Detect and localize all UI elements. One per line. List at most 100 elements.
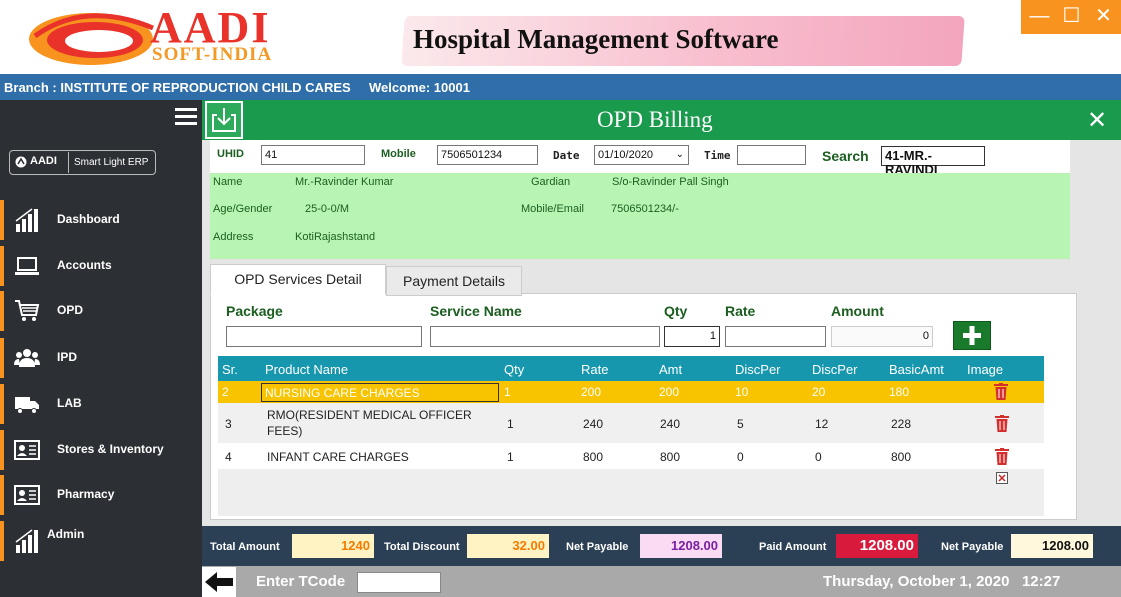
qty-input[interactable]: 1: [664, 326, 720, 347]
arrow-left-icon: [205, 572, 233, 592]
nav-ipd[interactable]: IPD: [0, 336, 202, 380]
time-field[interactable]: [737, 145, 806, 165]
row-sr: 4: [225, 450, 232, 464]
chevron-down-icon[interactable]: ⌄: [676, 148, 684, 162]
uhid-label: UHID: [217, 148, 244, 160]
amount-label: Amount: [831, 303, 884, 319]
nav-accounts[interactable]: Accounts: [0, 244, 202, 288]
col-header-rate: Rate: [581, 362, 609, 377]
nav-dashboard[interactable]: Dashboard: [0, 198, 202, 242]
nav-label: IPD: [57, 350, 78, 364]
id-card-icon: [14, 485, 40, 505]
bar-chart-icon: [15, 529, 38, 553]
net-payable-2-value: 1208.00: [1011, 534, 1093, 558]
search-input[interactable]: 41-MR.-RAVINDI: [881, 146, 985, 177]
cart-icon: [15, 300, 40, 321]
paid-amount-label: Paid Amount: [759, 541, 827, 553]
row-discper: 10: [735, 385, 749, 399]
col-header-discper-2: DiscPer: [812, 362, 858, 377]
col-header-product: Product Name: [265, 362, 349, 377]
plus-icon: [963, 326, 981, 345]
close-icon[interactable]: ✕: [1085, 106, 1109, 135]
tab-payment-details[interactable]: Payment Details: [386, 266, 522, 296]
rate-input[interactable]: [725, 326, 826, 347]
nav-label: OPD: [57, 303, 84, 317]
patient-age-gender: 25-0-0/M: [305, 203, 350, 215]
table-row[interactable]: 4 INFANT CARE CHARGES 1 800 800 0 0 800: [218, 443, 1044, 469]
nav-lab[interactable]: LAB: [0, 382, 202, 426]
net-payable-value: 1208.00: [640, 534, 722, 558]
package-label: Package: [226, 303, 283, 319]
row-sr: 2: [222, 385, 229, 399]
nav-stores-inventory[interactable]: Stores & Inventory: [0, 428, 202, 472]
nav-pharmacy[interactable]: Pharmacy: [0, 473, 202, 517]
package-input[interactable]: [226, 326, 422, 347]
sidebar: AADI Smart Light ERP Dashboard Accounts …: [0, 100, 202, 597]
minimize-button[interactable]: —: [1023, 0, 1056, 34]
nav-label: Admin: [47, 527, 85, 541]
nav-opd[interactable]: OPD: [0, 289, 202, 333]
col-header-amt: Amt: [659, 362, 683, 377]
logo-swirl-icon: [29, 13, 154, 65]
nav-label: Dashboard: [57, 212, 120, 226]
total-amount-label: Total Amount: [210, 541, 280, 553]
total-discount-label: Total Discount: [384, 541, 460, 553]
row-basicamt: 228: [891, 417, 912, 431]
row-discper: 0: [737, 450, 744, 464]
service-name-input[interactable]: [430, 326, 660, 347]
row-rate: 200: [581, 385, 602, 399]
paid-amount-input[interactable]: 1208.00: [836, 534, 918, 558]
uhid-field[interactable]: 41: [261, 145, 365, 165]
back-button[interactable]: [202, 567, 236, 597]
gardian-label: Gardian: [531, 176, 571, 188]
table-row[interactable]: 2 NURSING CARE CHARGES 1 200 200 10 20 1…: [218, 381, 1044, 403]
row-discper-2: 20: [812, 385, 826, 399]
nav-label: Accounts: [57, 258, 112, 272]
patient-mobile-email: 7506501234/-: [611, 203, 679, 215]
row-basicamt: 180: [889, 385, 910, 399]
grid-header: Sr. Product Name Qty Rate Amt DiscPer Di…: [218, 356, 1044, 381]
patient-address: KotiRajashstand: [295, 231, 376, 243]
aadi-mini-logo-icon: [15, 156, 27, 168]
nav-label: Pharmacy: [57, 487, 115, 501]
qty-label: Qty: [664, 303, 688, 319]
close-window-button[interactable]: ✕: [1087, 0, 1120, 34]
trash-icon[interactable]: [995, 448, 1009, 465]
row-discper-2: 12: [815, 417, 829, 431]
row-product-name: RMO(RESIDENT MEDICAL OFFICER FEES): [267, 408, 472, 438]
row-rate: 240: [583, 417, 604, 431]
total-amount-value: 1240: [292, 534, 374, 558]
trash-icon[interactable]: [995, 415, 1009, 432]
laptop-icon: [15, 257, 39, 275]
tab-opd-services[interactable]: OPD Services Detail: [210, 264, 386, 295]
row-discper-2: 0: [815, 450, 822, 464]
welcome-text: Welcome: 10001: [369, 80, 470, 95]
row-product-name: INFANT CARE CHARGES: [267, 450, 409, 464]
row-product-name[interactable]: NURSING CARE CHARGES: [261, 383, 499, 402]
row-rate: 800: [583, 450, 604, 464]
maximize-button[interactable]: ☐: [1055, 0, 1088, 34]
nav-admin[interactable]: Admin: [0, 519, 202, 563]
mobile-field[interactable]: 7506501234: [437, 145, 538, 165]
table-row[interactable]: 3 RMO(RESIDENT MEDICAL OFFICER FEES) 1 2…: [218, 403, 1044, 443]
tcode-input[interactable]: [357, 572, 441, 593]
date-picker[interactable]: 01/10/2020 ⌄: [594, 145, 689, 165]
row-qty: 1: [504, 385, 511, 399]
row-qty: 1: [507, 450, 514, 464]
tcode-label: Enter TCode: [256, 573, 346, 590]
download-icon: [212, 108, 236, 132]
window-controls: — ☐ ✕: [1021, 0, 1121, 34]
add-service-button[interactable]: [953, 321, 991, 350]
net-payable-2-label: Net Payable: [941, 541, 1004, 553]
amount-input[interactable]: 0: [831, 326, 933, 347]
branch-bar: Branch : INSTITUTE OF REPRODUCTION CHILD…: [0, 74, 1121, 100]
hamburger-menu-icon[interactable]: [175, 108, 197, 126]
save-button[interactable]: [205, 101, 243, 139]
row-sr: 3: [225, 417, 232, 431]
col-header-discper: DiscPer: [735, 362, 781, 377]
trash-icon[interactable]: [994, 383, 1008, 400]
erp-badge-text: Smart Light ERP: [74, 157, 149, 168]
page-title: OPD Billing: [597, 107, 713, 132]
col-header-sr: Sr.: [222, 362, 238, 377]
mobile-email-label: Mobile/Email: [521, 203, 584, 215]
